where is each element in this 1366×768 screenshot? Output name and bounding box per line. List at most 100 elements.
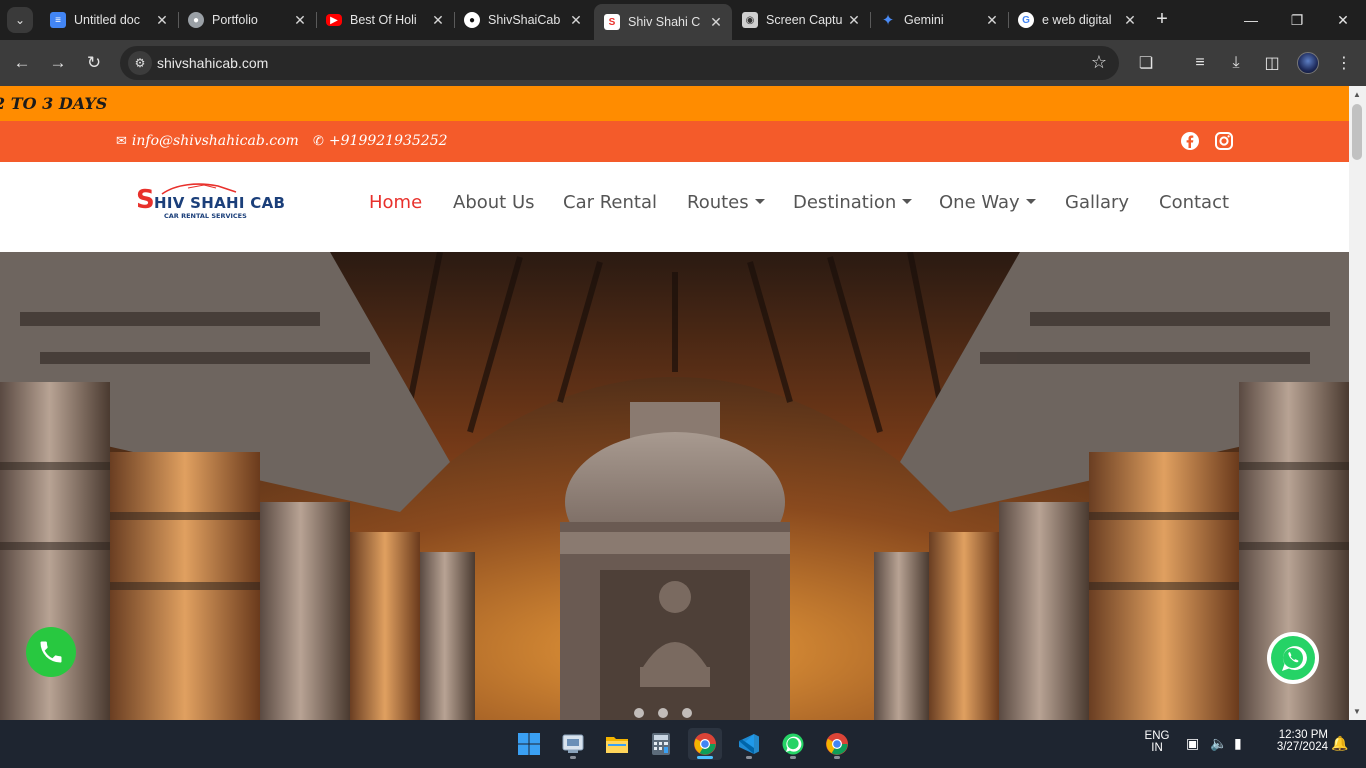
nav-label: About Us [453,192,535,213]
side-panel-button[interactable]: ◫ [1260,51,1284,75]
taskbar-calculator[interactable] [644,728,678,760]
phone-link[interactable]: ✆ +919921935252 [313,133,448,149]
taskbar-chrome[interactable] [688,728,722,760]
chrome-icon [694,733,716,755]
gemini-icon: ✦ [881,12,895,29]
nav-home[interactable]: Home [369,192,422,213]
new-tab-button[interactable]: + [1150,8,1174,32]
reload-button[interactable]: ↻ [80,49,108,77]
plus-icon: + [1156,8,1168,30]
slider-dot[interactable] [634,708,644,718]
page-viewport: 2 TO 3 DAYS ✉ info@shivshahicab.com ✆ +9… [0,86,1349,720]
facebook-icon[interactable] [1180,131,1200,151]
download-icon: ⤓ [1232,54,1240,71]
hero-cave-image [0,252,1349,720]
envelope-icon: ✉ [116,133,127,149]
taskbar-whatsapp[interactable] [776,728,810,760]
logo-tagline: CAR RENTAL SERVICES [164,212,247,220]
tab-portfolio[interactable]: ● Portfolio ✕ [178,6,316,34]
google-docs-icon: ≡ [50,12,66,28]
tab-e-web-digital[interactable]: G e web digital ✕ [1008,6,1146,34]
windows-taskbar: ENG IN ▣ 🔈 ▮ 12:30 PM 3/27/2024 🔔 [0,720,1366,768]
whatsapp-icon [782,733,804,755]
screen-capture-app-icon [562,734,584,753]
bookmark-star-icon[interactable]: ☆ [1091,52,1107,73]
nav-gallary[interactable]: Gallary [1065,192,1129,213]
forward-button[interactable]: → [44,49,72,77]
clock[interactable]: 12:30 PM 3/27/2024 [1262,729,1328,753]
site-info-button[interactable]: ⚙ [128,51,152,75]
hero-slider[interactable] [0,252,1349,720]
address-bar[interactable]: ⚙ shivshahicab.com ☆ [120,46,1119,80]
tab-title: e web digital [1042,13,1112,27]
url-text[interactable]: shivshahicab.com [157,55,268,71]
taskbar-file-explorer[interactable] [600,728,634,760]
close-icon[interactable]: ✕ [846,12,862,29]
close-window-button[interactable]: ✕ [1320,0,1366,40]
page-scrollbar[interactable]: ▲ ▼ [1349,86,1366,720]
email-link[interactable]: ✉ info@shivshahicab.com [116,133,299,149]
tab-search-button[interactable]: ⌄ [7,7,33,33]
puzzle-icon: ❏ [1138,55,1154,72]
tab-shiv-shahi-cab[interactable]: S Shiv Shahi C ✕ [594,4,732,40]
taskbar-chrome-2[interactable] [820,728,854,760]
call-button[interactable] [26,627,76,677]
nav-routes[interactable]: Routes [687,192,765,213]
logo-initial: S [136,185,155,215]
taskbar-vscode[interactable] [732,728,766,760]
slider-dot[interactable] [658,708,668,718]
whatsapp-button[interactable] [1267,632,1319,684]
slider-dots [634,708,692,718]
tab-untitled-doc[interactable]: ≡ Untitled doc ✕ [40,6,178,34]
volume-icon[interactable]: 🔈 [1210,735,1227,752]
nav-car-rental[interactable]: Car Rental [563,192,657,213]
back-button[interactable]: ← [8,49,36,77]
extensions-button[interactable]: ❏ [1134,51,1158,75]
tab-screen-capture[interactable]: ◉ Screen Captu ✕ [732,6,870,34]
instagram-icon[interactable] [1214,131,1234,151]
network-icon[interactable]: ▣ [1186,735,1199,752]
site-logo[interactable]: S HIV SHAHI CAB CAR RENTAL SERVICES [136,182,285,228]
tab-title: Portfolio [212,13,258,27]
scrollbar-thumb[interactable] [1352,104,1362,160]
caret-down-icon [902,198,913,204]
downloads-button[interactable]: ⤓ [1224,51,1248,75]
tab-gemini[interactable]: ✦ Gemini ✕ [870,6,1008,34]
tab-best-of-holi[interactable]: ▶ Best Of Holi ✕ [316,6,454,34]
running-indicator [697,756,713,759]
arrow-left-icon: ← [13,53,31,72]
nav-about-us[interactable]: About Us [453,192,535,213]
minimize-button[interactable]: — [1228,0,1274,40]
media-controls-button[interactable]: ≡ [1188,51,1212,75]
close-icon[interactable]: ✕ [154,12,170,29]
region-text: IN [1151,742,1163,754]
scroll-up-icon[interactable]: ▲ [1353,90,1361,99]
nav-contact[interactable]: Contact [1159,192,1229,213]
start-button[interactable] [512,728,546,760]
tab-shivshaicab-github[interactable]: ● ShivShaiCab ✕ [454,6,592,34]
profile-avatar[interactable] [1297,52,1319,74]
whatsapp-icon [1271,636,1315,680]
restore-button[interactable]: ❐ [1274,0,1320,40]
close-icon[interactable]: ✕ [568,12,584,29]
caret-down-icon [754,198,765,204]
nav-one-way[interactable]: One Way [939,192,1036,213]
nav-label: Destination [793,192,897,213]
close-icon[interactable]: ✕ [984,12,1000,29]
slider-dot[interactable] [682,708,692,718]
close-icon[interactable]: ✕ [708,14,724,31]
chrome-menu-button[interactable]: ⋮ [1332,51,1356,75]
side-panel-icon: ◫ [1264,55,1280,72]
input-language[interactable]: ENG IN [1140,730,1174,754]
close-icon[interactable]: ✕ [1122,12,1138,29]
close-icon[interactable]: ✕ [430,12,446,29]
nav-destination[interactable]: Destination [793,192,913,213]
scroll-down-icon[interactable]: ▼ [1353,707,1361,716]
tab-title: Best Of Holi [350,13,417,27]
file-explorer-icon [606,737,628,753]
taskbar-screen-capture[interactable] [556,728,590,760]
close-icon[interactable]: ✕ [292,12,308,29]
running-indicator [834,756,840,759]
battery-icon[interactable]: ▮ [1234,735,1242,752]
notification-bell-icon[interactable]: 🔔 [1331,735,1348,752]
